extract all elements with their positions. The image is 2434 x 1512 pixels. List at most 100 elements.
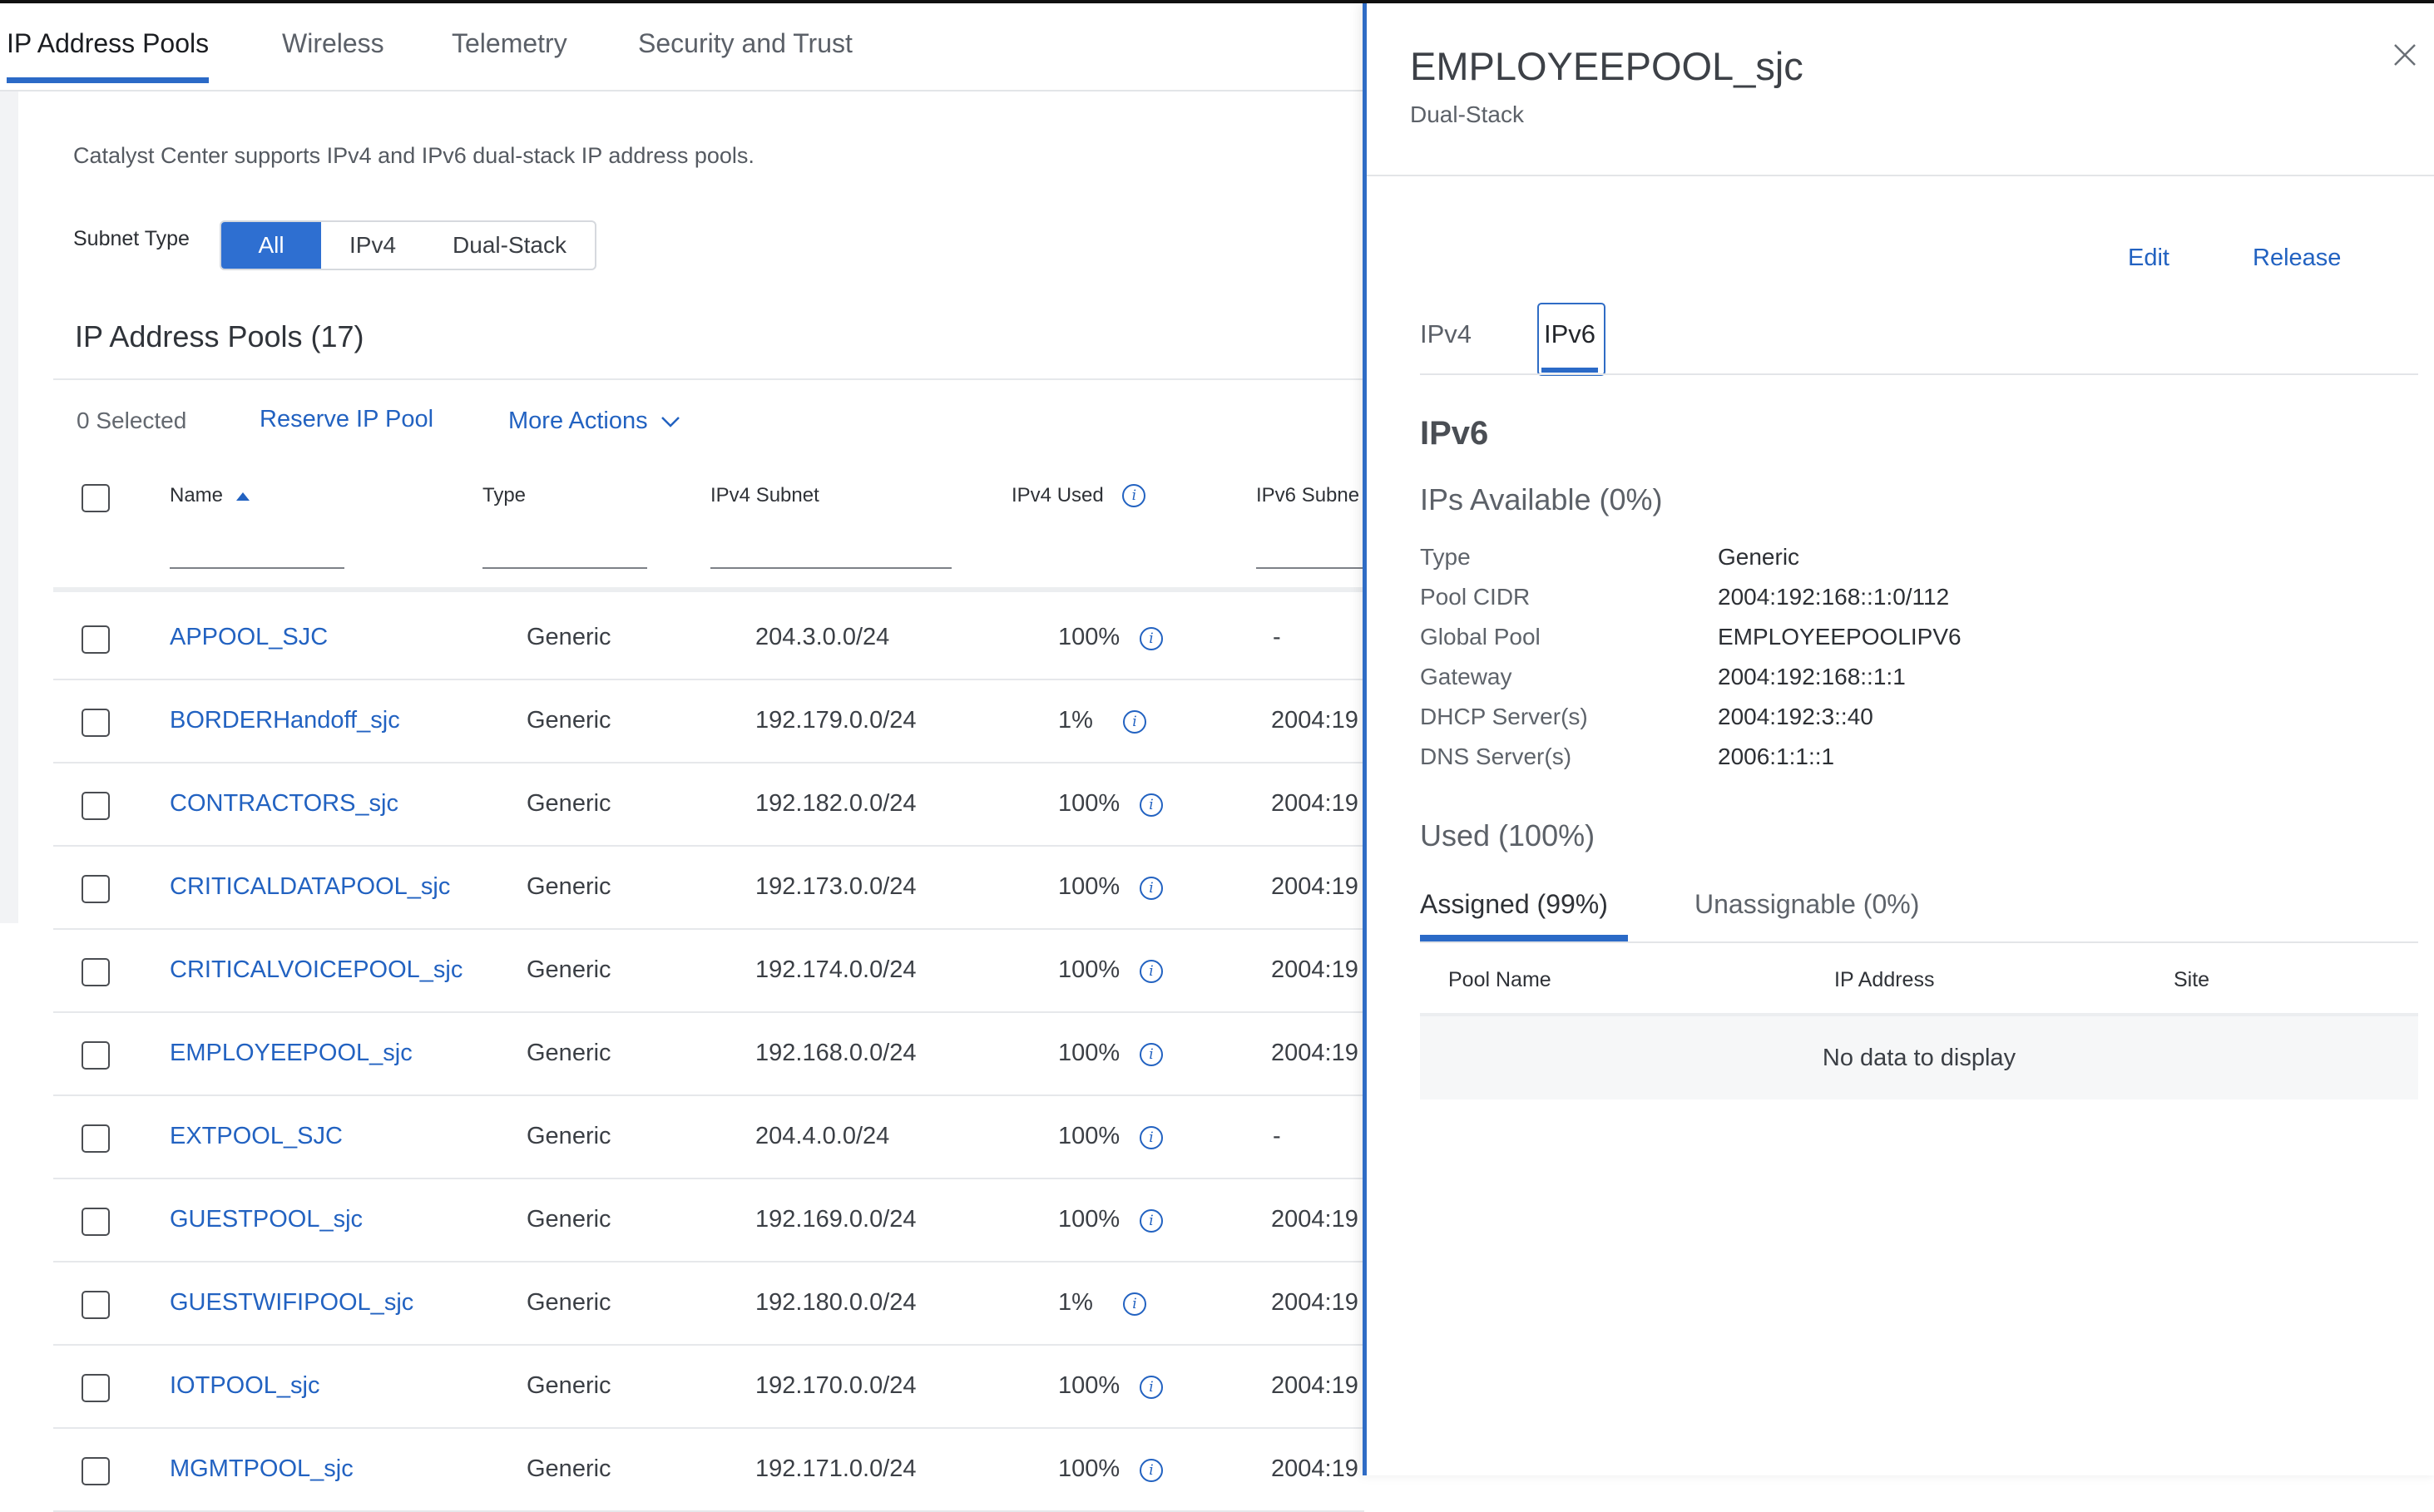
sort-ascending-icon xyxy=(235,492,250,501)
grid-header-pool-name[interactable]: Pool Name xyxy=(1448,968,1551,992)
row-checkbox[interactable] xyxy=(82,1374,110,1402)
pool-name-link[interactable]: GUESTPOOL_sjc xyxy=(170,1206,363,1233)
ipv6-subnet: 2004:19 xyxy=(1271,1372,1358,1399)
subnet-ipv4-button[interactable]: IPv4 xyxy=(321,222,424,269)
pool-name-link[interactable]: GUESTWIFIPOOL_sjc xyxy=(170,1289,413,1317)
col-ipv6-subnet-header[interactable]: IPv6 Subne xyxy=(1256,484,1359,507)
table-row[interactable]: GUESTWIFIPOOL_sjc Generic 192.180.0.0/24 1%… xyxy=(53,1261,1364,1346)
table-row[interactable]: APPOOL_SJC Generic 204.3.0.0/24 100% i - xyxy=(53,595,1364,680)
pool-type: Generic xyxy=(527,790,611,817)
table-row[interactable]: CONTRACTORS_sjc Generic 192.182.0.0/24 100%… xyxy=(53,762,1364,847)
info-icon[interactable]: i xyxy=(1140,627,1163,650)
info-icon[interactable]: i xyxy=(1140,877,1163,900)
col-name-header[interactable]: Name xyxy=(170,484,250,507)
grid-header-ip-address[interactable]: IP Address xyxy=(1834,968,1934,992)
panel-subtitle: Dual-Stack xyxy=(1410,101,1524,127)
page-description: Catalyst Center supports IPv4 and IPv6 d… xyxy=(73,143,754,168)
detail-value: 2006:1:1::1 xyxy=(1718,744,1835,769)
edit-button[interactable]: Edit xyxy=(2128,245,2169,272)
info-icon[interactable]: i xyxy=(1140,1459,1163,1482)
pool-name-link[interactable]: CRITICALDATAPOOL_sjc xyxy=(170,873,450,901)
col-type-header[interactable]: Type xyxy=(482,484,526,507)
row-checkbox[interactable] xyxy=(82,1124,110,1153)
info-icon[interactable]: i xyxy=(1140,960,1163,983)
tab-wireless[interactable]: Wireless xyxy=(282,28,384,77)
reserve-ip-pool-link[interactable]: Reserve IP Pool xyxy=(260,406,433,433)
subnet-type-segmented-control: All IPv4 Dual-Stack xyxy=(220,220,596,270)
table-row[interactable]: MGMTPOOL_sjc Generic 192.171.0.0/24 100% i 20… xyxy=(53,1427,1364,1512)
more-actions-label: More Actions xyxy=(508,408,648,434)
release-button[interactable]: Release xyxy=(2253,245,2341,272)
table-row[interactable]: BORDERHandoff_sjc Generic 192.179.0.0/24 1%… xyxy=(53,679,1364,763)
row-checkbox[interactable] xyxy=(82,709,110,737)
empty-state: No data to display xyxy=(1420,1016,2418,1099)
ipv6-subnet: 2004:19 xyxy=(1271,873,1358,900)
ipv4-used: 100% xyxy=(1058,1040,1121,1066)
ipv4-used: 100% xyxy=(1058,1372,1121,1399)
info-icon[interactable]: i xyxy=(1140,1376,1163,1399)
pool-name-link[interactable]: CONTRACTORS_sjc xyxy=(170,790,398,818)
table-row[interactable]: EXTPOOL_SJC Generic 204.4.0.0/24 100% i - xyxy=(53,1094,1364,1179)
table-row[interactable]: EMPLOYEEPOOL_sjc Generic 192.168.0.0/24 100… xyxy=(53,1011,1364,1096)
table-row[interactable]: IOTPOOL_sjc Generic 192.170.0.0/24 100% i 200… xyxy=(53,1344,1364,1429)
pool-type: Generic xyxy=(527,1123,611,1149)
tab-assigned[interactable]: Assigned (99%) xyxy=(1420,889,1608,920)
info-icon[interactable]: i xyxy=(1140,1043,1163,1066)
more-actions-dropdown[interactable]: More Actions xyxy=(508,408,681,435)
info-icon[interactable]: i xyxy=(1123,710,1146,734)
pool-name-link[interactable]: EMPLOYEEPOOL_sjc xyxy=(170,1040,413,1067)
col-ipv4-subnet-header[interactable]: IPv4 Subnet xyxy=(710,484,819,507)
info-icon[interactable]: i xyxy=(1140,793,1163,817)
name-filter-input[interactable] xyxy=(170,567,344,569)
ipv6-subnet-filter-input[interactable] xyxy=(1256,567,1364,569)
tab-ipv6[interactable]: IPv6 xyxy=(1544,319,1595,349)
active-subtab-indicator xyxy=(1420,935,1628,941)
pool-name-link[interactable]: EXTPOOL_SJC xyxy=(170,1123,343,1150)
pool-name-link[interactable]: APPOOL_SJC xyxy=(170,624,328,651)
ipv4-subnet-filter-input[interactable] xyxy=(710,567,952,569)
left-gutter xyxy=(0,91,18,923)
tab-ipv4[interactable]: IPv4 xyxy=(1420,319,1472,349)
subnet-all-button[interactable]: All xyxy=(221,222,321,269)
table-row[interactable]: GUESTPOOL_sjc Generic 192.169.0.0/24 100% i 2… xyxy=(53,1178,1364,1262)
info-icon[interactable]: i xyxy=(1122,484,1146,507)
info-icon[interactable]: i xyxy=(1140,1126,1163,1149)
ipv6-subnet: 2004:19 xyxy=(1271,1206,1358,1233)
subnet-dual-stack-button[interactable]: Dual-Stack xyxy=(424,222,595,269)
info-icon[interactable]: i xyxy=(1140,1209,1163,1233)
row-checkbox[interactable] xyxy=(82,1457,110,1485)
ipv4-used: 100% xyxy=(1058,1123,1121,1149)
pool-name-link[interactable]: MGMTPOOL_sjc xyxy=(170,1455,354,1483)
selected-count: 0 Selected xyxy=(77,408,187,433)
ipv6-subnet: 2004:19 xyxy=(1271,1455,1358,1482)
pool-name-link[interactable]: BORDERHandoff_sjc xyxy=(170,707,400,734)
ipv4-subnet: 192.169.0.0/24 xyxy=(755,1206,917,1233)
grid-header-site[interactable]: Site xyxy=(2174,968,2209,992)
subnet-type-label: Subnet Type xyxy=(73,227,190,250)
ipv4-subnet: 204.3.0.0/24 xyxy=(755,624,890,650)
close-icon[interactable] xyxy=(2388,38,2422,72)
select-all-checkbox[interactable] xyxy=(82,484,110,512)
info-icon[interactable]: i xyxy=(1123,1292,1146,1316)
row-checkbox[interactable] xyxy=(82,792,110,820)
row-checkbox[interactable] xyxy=(82,1041,110,1070)
panel-title: EMPLOYEEPOOL_sjc xyxy=(1410,44,1803,88)
row-checkbox[interactable] xyxy=(82,1291,110,1319)
table-row[interactable]: CRITICALVOICEPOOL_sjc Generic 192.174.0.0/… xyxy=(53,928,1364,1013)
tab-unassignable[interactable]: Unassignable (0%) xyxy=(1694,889,1919,920)
row-checkbox[interactable] xyxy=(82,875,110,903)
divider xyxy=(53,378,1364,380)
table-row[interactable]: CRITICALDATAPOOL_sjc Generic 192.173.0.0/2… xyxy=(53,845,1364,930)
tab-telemetry[interactable]: Telemetry xyxy=(452,28,567,77)
pool-name-link[interactable]: CRITICALVOICEPOOL_sjc xyxy=(170,956,463,984)
row-checkbox[interactable] xyxy=(82,625,110,654)
ipv6-subnet: - xyxy=(1273,624,1281,650)
tab-security-and-trust[interactable]: Security and Trust xyxy=(638,28,853,77)
pool-name-link[interactable]: IOTPOOL_sjc xyxy=(170,1372,320,1400)
row-checkbox[interactable] xyxy=(82,958,110,986)
row-checkbox[interactable] xyxy=(82,1208,110,1236)
type-filter-input[interactable] xyxy=(482,567,647,569)
ipv4-used: 100% xyxy=(1058,1206,1121,1233)
tab-ip-address-pools[interactable]: IP Address Pools xyxy=(7,28,210,83)
col-ipv4-used-header[interactable]: IPv4 Used i xyxy=(1012,484,1146,509)
